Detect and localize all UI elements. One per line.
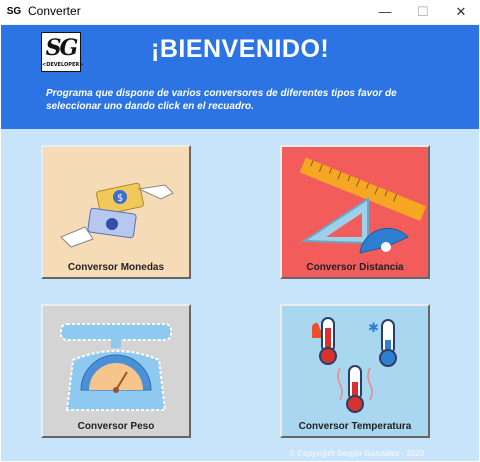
currency-converter-button[interactable]: $ Conversor Monedas xyxy=(41,145,191,279)
temperature-converter-label: Conversor Temperatura xyxy=(298,421,412,432)
svg-text:$: $ xyxy=(117,193,123,204)
maximize-button[interactable]: ☐ xyxy=(404,0,442,24)
minimize-button[interactable]: — xyxy=(366,0,404,24)
window-title: Converter xyxy=(28,4,81,18)
developer-logo: SG <DEVELOPER> xyxy=(41,32,84,72)
title-bar: SG Converter — ☐ ✕ xyxy=(0,0,480,25)
app-icon: SG xyxy=(6,6,22,17)
logo-subtext: <DEVELOPER> xyxy=(42,62,84,68)
currency-converter-label: Conversor Monedas xyxy=(67,262,165,273)
logo-text: SG xyxy=(45,35,79,61)
welcome-title: ¡BIENVENIDO! xyxy=(151,35,330,63)
thermometers-icon: ✱ xyxy=(312,317,397,413)
ruler-protractor-icon xyxy=(299,157,427,254)
close-button[interactable]: ✕ xyxy=(442,0,480,24)
main-panel: SG <DEVELOPER> ¡BIENVENIDO! Programa que… xyxy=(1,25,479,461)
temperature-converter-button[interactable]: ✱ Conversor Temperatura xyxy=(280,304,430,438)
distance-converter-label: Conversor Distancia xyxy=(306,262,404,273)
scale-icon xyxy=(60,323,172,411)
weight-converter-button[interactable]: Conversor Peso xyxy=(41,304,191,438)
money-exchange-icon: $ xyxy=(60,182,174,248)
svg-text:✱: ✱ xyxy=(368,321,379,336)
distance-converter-button[interactable]: Conversor Distancia xyxy=(280,145,430,279)
header-banner: SG <DEVELOPER> ¡BIENVENIDO! Programa que… xyxy=(1,25,479,129)
weight-converter-label: Conversor Peso xyxy=(77,421,155,432)
description-text: Programa que dispone de varios conversor… xyxy=(46,88,397,112)
copyright-text: © Copyrigth Sergio González - 2023 xyxy=(289,449,425,458)
